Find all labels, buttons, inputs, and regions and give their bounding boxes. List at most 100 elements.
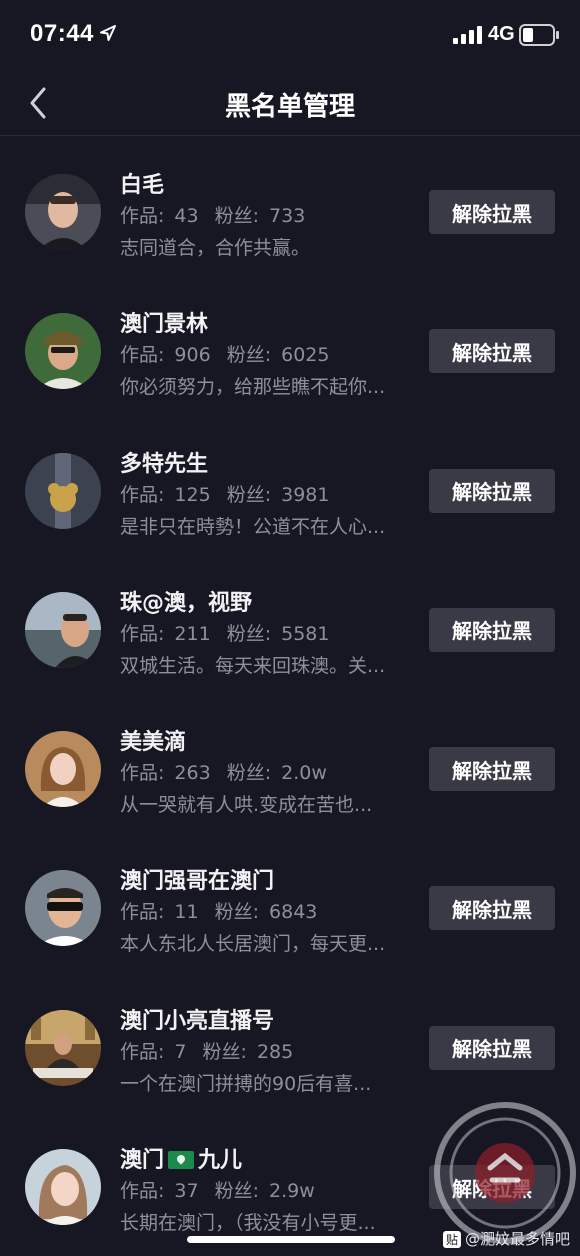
user-name-suffix: 九儿 — [198, 1148, 243, 1174]
user-bio: 长期在澳门，（我没有小号更... — [120, 1212, 376, 1235]
user-name: 珠@澳，视野 — [120, 590, 253, 616]
home-indicator[interactable] — [187, 1236, 395, 1243]
fans-label: 粉丝: — [226, 483, 272, 506]
user-stats: 作品: 211 粉丝: 5581 — [120, 619, 339, 646]
battery-icon — [519, 24, 559, 46]
user-stats: 作品: 43 粉丝: 733 — [120, 201, 315, 228]
status-time: 07:44 — [30, 20, 94, 47]
screen: 07:44 4G 黑名单管理 白毛 作品: 43 粉丝: 733 志同道合，合作… — [0, 0, 580, 1256]
avatar-image — [25, 731, 101, 808]
works-count: 43 — [174, 205, 199, 227]
watermark-seal — [434, 1102, 576, 1244]
list-item: 澳门小亮直播号 作品: 7 粉丝: 285 一个在澳门拼搏的90后有喜... 解除拉… — [0, 973, 580, 1112]
works-label: 作品: — [120, 1040, 165, 1063]
fans-label: 粉丝: — [226, 622, 272, 645]
user-name: 澳门 九儿 — [120, 1142, 242, 1174]
works-label: 作品: — [120, 901, 165, 924]
unblock-button[interactable]: 解除拉黑 — [429, 190, 555, 234]
page-title: 黑名单管理 — [224, 92, 355, 122]
user-name: 澳门强哥在澳门 — [120, 869, 275, 895]
avatar-image — [25, 591, 101, 668]
fans-label: 粉丝: — [214, 205, 260, 227]
avatar[interactable] — [25, 313, 101, 390]
user-bio: 你必须努力，给那些瞧不起你... — [120, 376, 386, 399]
user-name: 美美滴 — [120, 730, 187, 756]
user-name-prefix: 澳门 — [120, 1148, 165, 1174]
list-item: 白毛 作品: 43 粉丝: 733 志同道合，合作共赢。 解除拉黑 — [0, 137, 580, 276]
avatar[interactable] — [25, 731, 101, 808]
user-bio: 志同道合，合作共赢。 — [120, 237, 311, 259]
works-label: 作品: — [120, 483, 165, 506]
blocked-user-list: 白毛 作品: 43 粉丝: 733 志同道合，合作共赢。 解除拉黑 澳门景林 作… — [0, 137, 580, 1251]
unblock-button[interactable]: 解除拉黑 — [429, 886, 555, 931]
avatar[interactable] — [25, 870, 101, 947]
user-name: 多特先生 — [120, 451, 209, 477]
location-arrow-icon — [100, 25, 116, 41]
avatar[interactable] — [25, 452, 101, 529]
avatar[interactable] — [25, 1009, 101, 1086]
fans-label: 粉丝: — [214, 1180, 260, 1203]
status-bar: 07:44 4G — [0, 0, 580, 72]
user-bio: 一个在澳门拼搏的90后有喜... — [120, 1072, 372, 1095]
avatar-image — [25, 313, 101, 390]
fans-count: 2.0w — [281, 762, 327, 785]
user-name: 澳门景林 — [120, 312, 209, 338]
list-item: 珠@澳，视野 作品: 211 粉丝: 5581 双城生活。每天来回珠澳。关... 解… — [0, 555, 580, 694]
user-stats: 作品: 7 粉丝: 285 — [120, 1037, 303, 1064]
unblock-button[interactable]: 解除拉黑 — [429, 1025, 555, 1070]
works-label: 作品: — [120, 762, 165, 785]
user-bio: 双城生活。每天来回珠澳。关... — [120, 654, 386, 677]
works-count: 7 — [174, 1040, 187, 1063]
avatar-image — [25, 174, 101, 250]
fans-label: 粉丝: — [202, 1040, 247, 1063]
user-stats: 作品: 37 粉丝: 2.9w — [120, 1176, 325, 1203]
user-stats: 作品: 906 粉丝: 6025 — [120, 340, 339, 367]
fans-count: 2.9w — [269, 1180, 315, 1203]
fans-label: 粉丝: — [226, 762, 272, 785]
works-count: 263 — [174, 762, 211, 785]
signal-bars-icon — [453, 26, 482, 44]
avatar[interactable] — [25, 1149, 101, 1226]
list-item: 多特先生 作品: 125 粉丝: 3981 是非只在時勢！公道不在人心... 解除拉… — [0, 416, 580, 555]
fans-count: 6025 — [281, 344, 330, 367]
unblock-button[interactable]: 解除拉黑 — [429, 747, 555, 792]
works-label: 作品: — [120, 622, 165, 645]
fans-count: 3981 — [281, 483, 330, 506]
user-name: 澳门小亮直播号 — [120, 1008, 275, 1034]
works-count: 125 — [174, 483, 211, 506]
list-item: 美美滴 作品: 263 粉丝: 2.0w 从一哭就有人哄.变成在苦也... 解除拉黑 — [0, 694, 580, 833]
works-count: 906 — [174, 344, 211, 367]
fans-count: 6843 — [269, 901, 318, 924]
unblock-button[interactable]: 解除拉黑 — [429, 607, 555, 652]
user-name: 白毛 — [120, 173, 165, 198]
list-item: 澳门景林 作品: 906 粉丝: 6025 你必须努力，给那些瞧不起你... 解除拉… — [0, 276, 580, 415]
user-stats: 作品: 125 粉丝: 3981 — [120, 480, 339, 507]
fans-count: 5581 — [281, 622, 330, 645]
works-count: 11 — [174, 901, 199, 924]
watermark-caption: 贴 @淝妏最多情吧 — [443, 1228, 570, 1249]
user-bio: 从一哭就有人哄.变成在苦也... — [120, 794, 373, 817]
fans-count: 285 — [256, 1040, 294, 1063]
unblock-button[interactable]: 解除拉黑 — [429, 329, 555, 374]
fans-label: 粉丝: — [214, 901, 260, 924]
avatar-image — [25, 870, 101, 947]
works-label: 作品: — [120, 205, 165, 227]
user-stats: 作品: 263 粉丝: 2.0w — [120, 758, 337, 785]
works-label: 作品: — [120, 1180, 165, 1203]
avatar[interactable] — [25, 591, 101, 668]
user-bio: 本人东北人长居澳门，每天更... — [120, 933, 386, 956]
user-bio: 是非只在時勢！公道不在人心... — [120, 515, 386, 538]
unblock-button[interactable]: 解除拉黑 — [429, 468, 555, 513]
avatar-image — [25, 452, 101, 529]
avatar[interactable] — [25, 174, 101, 250]
watermark-badge: 贴 — [443, 1231, 462, 1248]
fans-count: 733 — [269, 205, 306, 227]
user-stats: 作品: 11 粉丝: 6843 — [120, 897, 327, 924]
works-count: 211 — [174, 622, 211, 645]
macau-flag-icon — [168, 1151, 195, 1170]
watermark-text: @淝妏最多情吧 — [465, 1230, 571, 1248]
works-count: 37 — [174, 1180, 199, 1203]
avatar-image — [25, 1009, 101, 1086]
nav-bar: 黑名单管理 — [0, 72, 580, 136]
works-label: 作品: — [120, 344, 165, 367]
